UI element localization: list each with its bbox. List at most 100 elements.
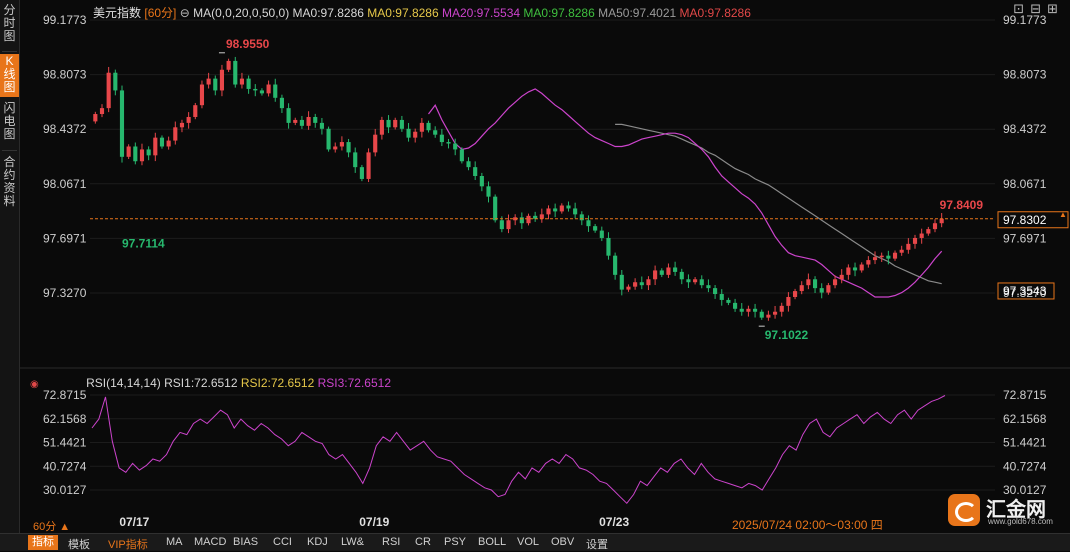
rsi-tick-right: 72.8715	[1003, 388, 1047, 402]
candle-body	[226, 60, 231, 70]
restore-icon[interactable]: ⊡	[1013, 1, 1030, 16]
toolbar-item[interactable]: PSY	[444, 536, 466, 548]
candle-body	[519, 217, 524, 224]
candle-body	[459, 149, 464, 162]
candle-body	[859, 264, 864, 271]
rsi-line	[91, 395, 946, 505]
candle-body	[599, 230, 604, 238]
gold678-logo: 汇金网 www.gold678.com	[948, 492, 1060, 528]
toolbar-item[interactable]: MACD	[194, 536, 226, 548]
settings-icon[interactable]: ⊖	[180, 6, 190, 20]
x-tick-label: 07/17	[119, 515, 149, 529]
candle-body	[119, 90, 125, 157]
candle-body	[293, 119, 298, 123]
toolbar-item[interactable]: LW&	[341, 536, 364, 548]
ma-value: MA50:97.4021	[594, 6, 677, 20]
toolbar-item[interactable]: CR	[415, 536, 431, 548]
candle-body	[346, 142, 351, 153]
candle-body	[926, 229, 931, 234]
rsi-settings-icon[interactable]: ◉	[30, 379, 39, 390]
rsi-tick-left: 40.7274	[43, 459, 87, 473]
moving-average-lines	[428, 88, 943, 298]
toolbar-item[interactable]: CCI	[273, 536, 292, 548]
candle-body	[679, 271, 684, 280]
candle-body	[739, 308, 744, 312]
candle-body	[326, 128, 331, 150]
current-price-arrow-icon: ▲	[1059, 210, 1067, 219]
rsi-tick-left: 30.0127	[43, 483, 87, 497]
candle-body	[693, 279, 698, 283]
toolbar-item[interactable]: RSI	[382, 536, 400, 548]
rsi-value: RSI2:72.6512	[237, 376, 315, 390]
y-tick-label-left: 99.1773	[43, 13, 87, 27]
toolbar-item[interactable]: BIAS	[233, 536, 258, 548]
y-tick-label-right: 98.0671	[1003, 177, 1047, 191]
y-tick-label-left: 98.4372	[43, 122, 87, 136]
candle-body	[686, 279, 691, 283]
period-selector[interactable]: 60分 ▲	[33, 518, 70, 534]
candle-body	[173, 127, 178, 141]
toolbar-item[interactable]: 指标	[28, 535, 58, 550]
candle-body	[906, 243, 911, 250]
candle-body	[186, 116, 191, 123]
candle-body	[146, 149, 151, 156]
maximize-icon[interactable]: ⊞	[1047, 1, 1064, 16]
candle-body	[279, 97, 284, 109]
candle-body	[753, 308, 758, 312]
candle-body	[219, 69, 225, 91]
candle-body	[932, 223, 938, 230]
candle-body	[106, 72, 111, 109]
rsi-legend: ◉ RSI(14,14,14) RSI1:72.6512 RSI2:72.651…	[30, 376, 391, 390]
candle-body	[479, 175, 484, 187]
candle-body	[706, 285, 711, 289]
ma-value: MA0:97.8286	[676, 6, 751, 20]
candle-body	[166, 140, 171, 147]
candle-body	[493, 196, 498, 221]
rsi-tick-right: 51.4421	[1003, 436, 1047, 450]
candle-body	[593, 226, 598, 231]
candle-body	[879, 255, 884, 258]
minimize-icon[interactable]: ⊟	[1030, 1, 1047, 16]
candle-body	[639, 282, 644, 286]
rsi-value: RSI1:72.6512	[164, 376, 238, 390]
y-tick-label-right: 98.8073	[1003, 68, 1047, 82]
candle-body	[746, 308, 751, 312]
kline-chart[interactable]: 99.1773 99.177398.8073 98.807398.4372 98.43…	[0, 0, 1070, 533]
candle-body	[313, 116, 318, 123]
candle-body	[259, 90, 264, 94]
toolbar-item[interactable]: BOLL	[478, 536, 506, 548]
candle-body	[553, 208, 558, 212]
toolbar-item[interactable]: KDJ	[307, 536, 328, 548]
candle-body	[319, 122, 324, 129]
candle-body	[766, 314, 771, 318]
candle-body	[832, 279, 838, 286]
candle-body	[539, 214, 544, 219]
candle-body	[726, 299, 731, 303]
candle-body	[892, 252, 898, 259]
candle-body	[792, 291, 798, 297]
candle-body	[586, 220, 591, 227]
period-badge[interactable]: [60分]	[144, 6, 176, 20]
x-tick-label: 07/23	[599, 515, 629, 529]
toolbar-item[interactable]: MA	[166, 536, 183, 548]
candle-body	[446, 142, 451, 144]
ma50-line	[615, 123, 942, 285]
candle-body	[253, 88, 258, 91]
toolbar-item[interactable]: VOL	[517, 536, 539, 548]
current-price-value: 97.8302	[1003, 213, 1047, 227]
rsi-value: RSI3:72.6512	[314, 376, 391, 390]
toolbar-item[interactable]: OBV	[551, 536, 574, 548]
candle-body	[886, 255, 891, 259]
candle-body	[872, 257, 878, 261]
rsi-label: RSI(14,14,14)	[86, 376, 161, 390]
candle-body	[912, 237, 918, 244]
candle-body	[466, 161, 471, 168]
last-high-label: 97.8409	[940, 198, 984, 212]
candle-body	[699, 279, 704, 286]
candle-body	[573, 208, 578, 215]
low-label: 97.1022	[765, 328, 809, 342]
y-tick-label-right: 97.6971	[1003, 231, 1047, 245]
candle-body	[359, 167, 364, 179]
candle-body	[713, 288, 718, 295]
candle-body	[299, 119, 304, 126]
